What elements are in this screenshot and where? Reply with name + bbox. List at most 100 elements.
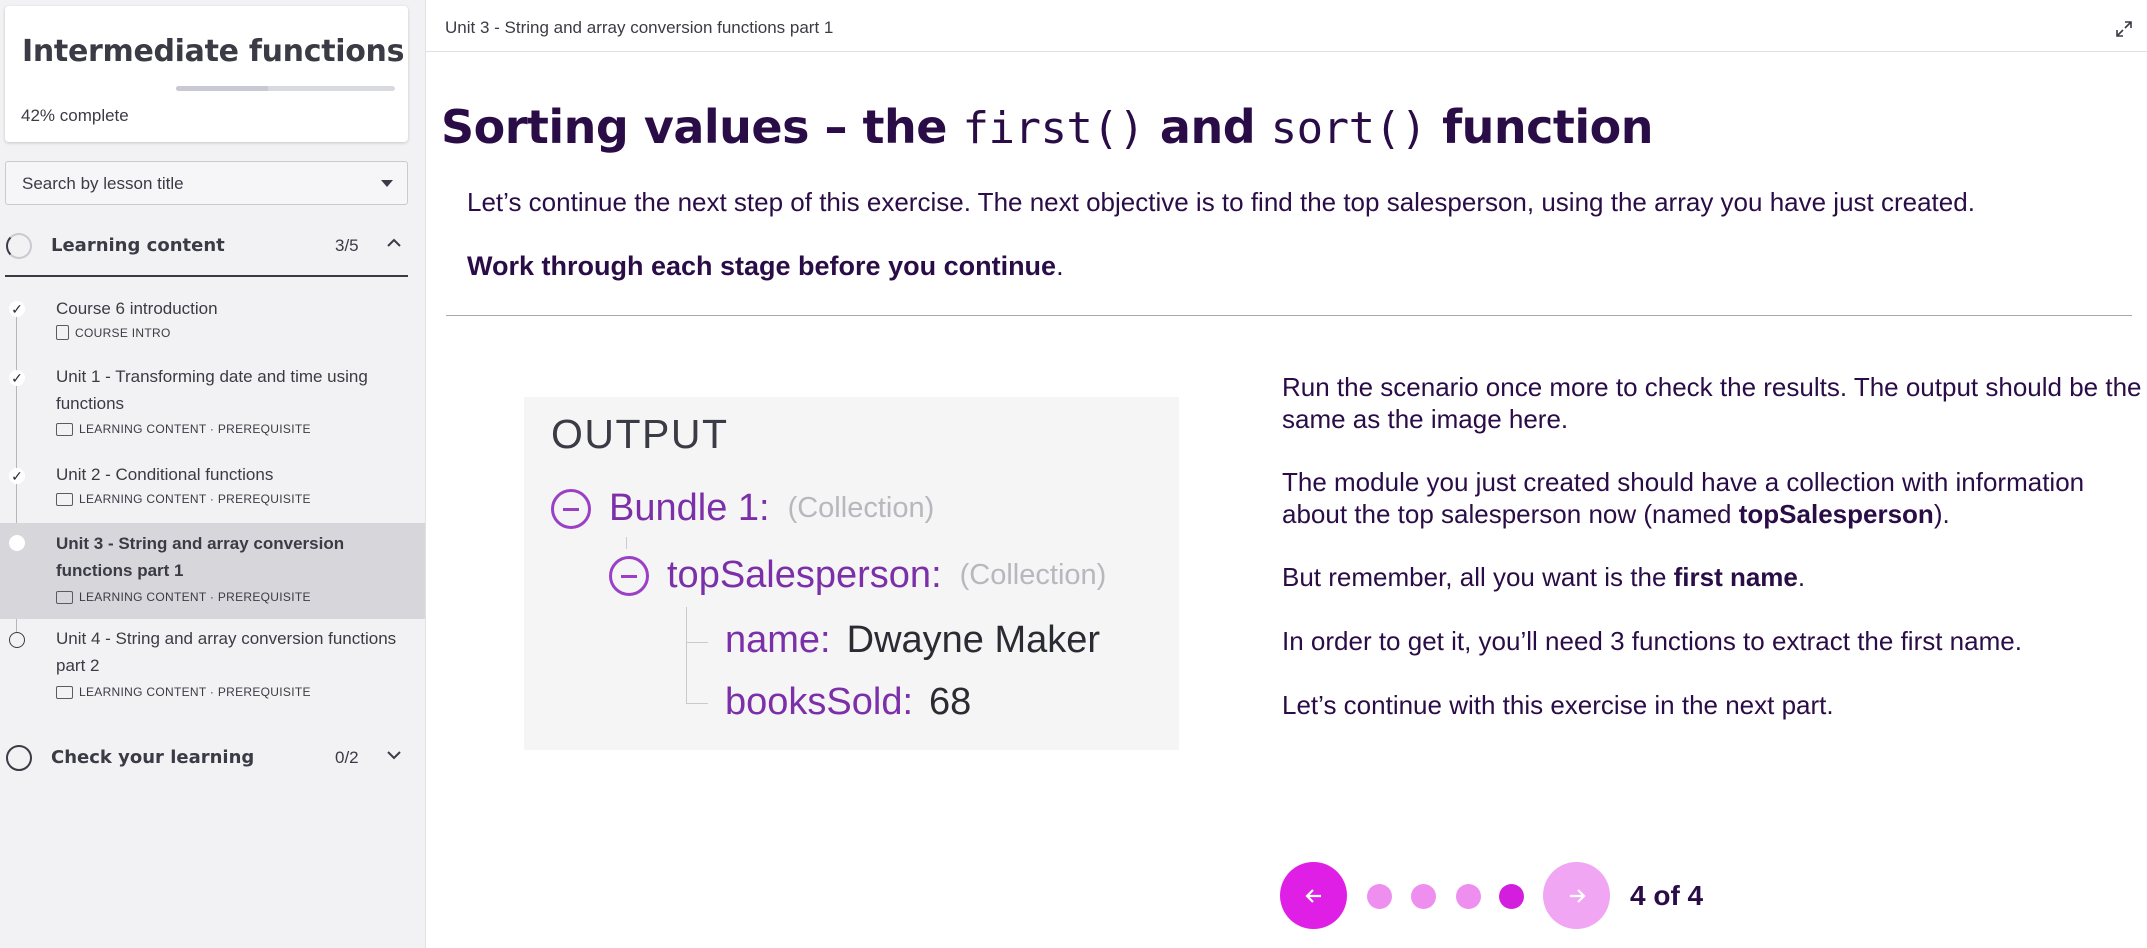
paragraph-text: The module you just created should have … [1282,467,2085,529]
paragraph: But remember, all you want is the first … [1282,561,2142,593]
lesson-title: Course 6 introduction [56,299,218,318]
paragraph: Run the scenario once more to check the … [1282,372,2142,434]
expand-icon[interactable] [2114,19,2134,39]
paragraph: Let’s continue with this exercise in the… [1282,690,1834,720]
title-text: function [1426,100,1654,154]
section-divider [5,275,408,277]
field-value: Dwayne Maker [846,619,1101,661]
collapse-circle-icon [609,555,649,596]
page-dot[interactable] [1367,884,1392,909]
lesson-meta: LEARNING CONTENT · PREREQUISITE [56,685,311,699]
arrow-right-icon [1569,888,1586,903]
lesson-title: Unit 2 - Conditional functions [56,465,274,484]
lesson-meta-text: LEARNING CONTENT · PREREQUISITE [79,685,311,699]
bundle-key: Bundle 1: [609,487,770,529]
slides-icon [56,685,73,699]
lesson-item-unit-4[interactable]: Unit 4 - String and array conversion fun… [0,625,408,705]
next-button[interactable] [1543,862,1610,929]
page-count: 4 of 4 [1630,880,1704,911]
lesson-item-unit-1[interactable]: ✓ Unit 1 - Transforming date and time us… [0,363,408,443]
lesson-title: Unit 3 - String and array conversion fun… [56,534,345,580]
check-icon: ✓ [9,301,25,317]
lesson-search-select[interactable]: Search by lesson title [5,161,408,205]
intro-text: Let’s continue the next step of this exe… [467,187,1975,217]
page-dot[interactable] [1456,884,1481,909]
field-key: name: [725,619,831,661]
section-check-your-learning[interactable]: Check your learning 0/2 [0,733,408,783]
chevron-up-icon [387,238,401,247]
lesson-meta-text: LEARNING CONTENT · PREREQUISITE [79,422,311,436]
slides-icon [56,590,73,604]
previous-button[interactable] [1280,862,1347,929]
output-title: OUTPUT [551,411,729,457]
bundle-type: (Collection) [787,492,935,524]
not-started-circle-icon [9,632,25,648]
lesson-item-unit-2[interactable]: ✓ Unit 2 - Conditional functions LEARNIN… [0,460,408,522]
paragraph-bold: first name [1673,562,1798,592]
slides-icon [56,492,73,506]
lesson-meta: LEARNING CONTENT · PREREQUISITE [56,492,311,506]
section-progress-ring-icon [6,745,32,771]
tree-connector [686,607,687,703]
instruction-end: . [1056,251,1064,281]
paragraph-text: But remember, all you want is the [1282,562,1674,592]
page-dot-current[interactable] [1499,884,1524,909]
section-label: Check your learning [51,747,255,768]
page-title: Sorting values – the first() and sort() … [441,100,1654,154]
lesson-item-unit-3[interactable]: Unit 3 - String and array conversion fun… [0,523,425,619]
current-lesson-dot-icon [9,535,25,551]
slides-icon [56,422,73,436]
child-row: topSalesperson: (Collection) [609,554,1106,597]
breadcrumb: Unit 3 - String and array conversion fun… [445,18,834,37]
title-code-first: first() [962,103,1145,154]
output-image: OUTPUT Bundle 1: (Collection) topSalespe… [524,397,1179,750]
check-icon: ✓ [9,370,25,386]
paragraph: In order to get it, you’ll need 3 functi… [1282,626,2022,656]
section-learning-content[interactable]: Learning content 3/5 [0,221,408,271]
lesson-search-placeholder: Search by lesson title [22,174,184,193]
lesson-title: Unit 4 - String and array conversion fun… [56,629,397,675]
child-key: topSalesperson: [667,554,942,596]
paragraph-text: . [1797,562,1806,592]
progress-label: 42% complete [21,106,129,126]
course-progress-fill [176,86,268,91]
course-progress-bar [176,86,395,91]
instruction-text: Work through each stage before you conti… [467,251,1064,282]
lesson-topbar: Unit 3 - String and array conversion fun… [426,6,2147,52]
document-icon [56,325,69,340]
paragraph: The module you just created should have … [1282,466,2142,530]
title-code-sort: sort() [1270,103,1427,154]
course-sidebar: Intermediate functions 42% complete Sear… [0,0,425,948]
paragraph-bold: topSalesperson [1738,499,1934,529]
bundle-row: Bundle 1: (Collection) [551,487,934,530]
collapse-circle-icon [551,488,591,529]
field-row: name: Dwayne Maker [725,619,1100,662]
course-progress-card: Intermediate functions 42% complete [5,6,408,142]
lesson-item-course-intro[interactable]: ✓ Course 6 introduction COURSE INTRO [0,293,408,355]
page-dot[interactable] [1411,884,1436,909]
progress-percent: 42% [21,106,56,125]
tree-connector [626,537,627,549]
lesson-meta: LEARNING CONTENT · PREREQUISITE [56,590,311,604]
course-title: Intermediate functions [22,34,405,69]
child-type: (Collection) [959,559,1107,591]
progress-suffix: complete [55,106,129,125]
paragraph-text: ). [1933,499,1950,529]
lesson-content: Unit 3 - String and array conversion fun… [425,0,2147,948]
lesson-meta-text: COURSE INTRO [75,325,171,340]
section-label: Learning content [51,235,225,256]
caret-down-icon [381,180,393,187]
arrow-left-icon [1304,888,1321,903]
field-value: 68 [929,681,972,723]
section-count: 0/2 [335,748,359,767]
lesson-meta-text: LEARNING CONTENT · PREREQUISITE [79,590,311,604]
check-icon: ✓ [9,468,25,484]
lesson-meta-text: LEARNING CONTENT · PREREQUISITE [79,492,311,506]
lesson-meta: LEARNING CONTENT · PREREQUISITE [56,422,311,436]
title-text: and [1144,100,1271,154]
field-row: booksSold: 68 [725,681,971,724]
lesson-meta: COURSE INTRO [56,325,171,340]
field-key: booksSold: [725,681,914,723]
lesson-title: Unit 1 - Transforming date and time usin… [56,367,368,413]
chevron-down-icon [387,751,401,760]
